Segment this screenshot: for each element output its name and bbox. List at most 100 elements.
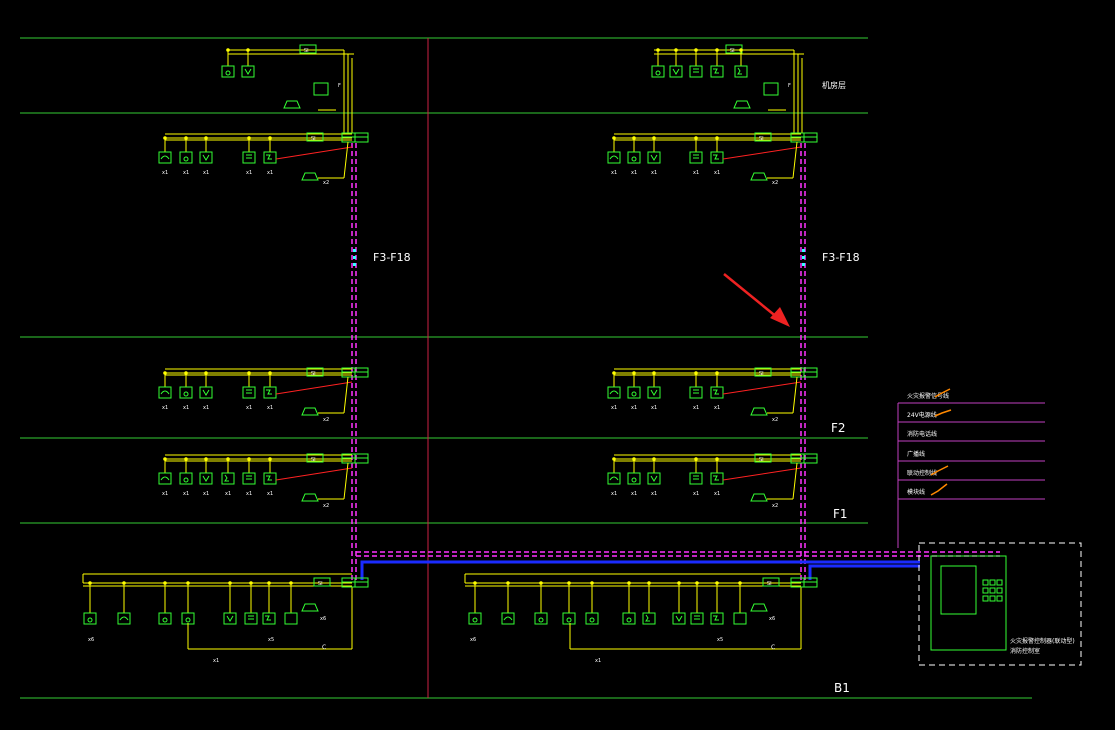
smoke-detector-icon bbox=[713, 154, 719, 160]
wire-tag: F bbox=[338, 83, 341, 89]
signal-line bbox=[722, 381, 802, 395]
phone-icon bbox=[607, 151, 621, 164]
module-icon bbox=[655, 70, 661, 76]
legend-item: 广播线 bbox=[907, 450, 925, 458]
smoke-detector-icon bbox=[713, 68, 719, 74]
signal-line bbox=[722, 146, 802, 160]
speaker-icon bbox=[241, 65, 255, 78]
floor-circuits: SI F SI F SI x1 x1 x1 x1 x1 x2 SI x1 x1 x1 x1 x1 x2 SI x1 x1… bbox=[82, 44, 818, 664]
device-count-label: x1 bbox=[714, 170, 720, 176]
module-icon bbox=[538, 617, 544, 623]
smoke-detector-icon bbox=[263, 386, 277, 399]
legend-check-icon bbox=[930, 483, 948, 496]
device-count-label: x1 bbox=[693, 405, 699, 411]
smoke-detector-icon bbox=[263, 472, 277, 485]
wire-segment bbox=[343, 462, 349, 500]
device-count-label: x1 bbox=[203, 405, 209, 411]
wire-tag: x2 bbox=[323, 417, 329, 423]
device-count-label: x1 bbox=[203, 170, 209, 176]
phone-icon bbox=[158, 472, 172, 485]
alarm-bell-icon bbox=[301, 493, 319, 502]
telephone-icon bbox=[284, 612, 298, 625]
module-icon bbox=[566, 617, 572, 623]
wire-tag: x6 bbox=[470, 637, 476, 643]
module-icon bbox=[183, 391, 189, 397]
legend: 火灾报警信号线 24V电源线 消防电话线 广播线 联动控制线 模块线 bbox=[897, 388, 1045, 548]
device-count-label: x1 bbox=[714, 491, 720, 497]
wire-tag: x2 bbox=[772, 503, 778, 509]
trunk-lines bbox=[356, 551, 1000, 580]
legend-check-icon bbox=[934, 409, 952, 417]
heat-detector-icon bbox=[645, 614, 650, 622]
wire-tag: x6 bbox=[769, 616, 775, 622]
device-count-label: x1 bbox=[651, 491, 657, 497]
speaker-icon bbox=[202, 154, 210, 161]
device-count-label: x1 bbox=[611, 405, 617, 411]
wire-tag: C bbox=[771, 644, 775, 651]
manual-station-icon bbox=[246, 475, 252, 480]
alarm-bell-icon bbox=[283, 100, 301, 109]
device-count-label: x1 bbox=[267, 491, 273, 497]
module-icon bbox=[631, 156, 637, 162]
speaker-icon bbox=[226, 615, 234, 622]
manual-station-icon bbox=[693, 389, 699, 394]
si-box-label: SI bbox=[730, 48, 735, 54]
alarm-bell-icon bbox=[733, 100, 751, 109]
device-count-label: x1 bbox=[267, 170, 273, 176]
device-count-label: x1 bbox=[162, 491, 168, 497]
heat-detector-icon bbox=[224, 474, 229, 482]
floor-lines bbox=[20, 37, 1032, 699]
signal-line bbox=[275, 146, 353, 160]
floor-label-f3-f18-right: F3-F18 bbox=[822, 251, 860, 264]
wire-tag: F bbox=[788, 83, 791, 89]
wire-tag: x1 bbox=[213, 658, 219, 664]
speaker-icon bbox=[244, 68, 252, 75]
device-count-label: x1 bbox=[631, 405, 637, 411]
speaker-icon bbox=[647, 151, 661, 164]
module-icon bbox=[631, 477, 637, 483]
speaker-icon bbox=[650, 475, 658, 482]
annotation-arrow bbox=[723, 273, 790, 327]
smoke-detector-icon bbox=[710, 472, 724, 485]
device-count-label: x1 bbox=[246, 170, 252, 176]
phone-icon bbox=[607, 386, 621, 399]
si-box-label: SI bbox=[311, 136, 316, 142]
device-count-label: x1 bbox=[183, 170, 189, 176]
wire-segment bbox=[792, 376, 798, 414]
device-count-label: x1 bbox=[225, 491, 231, 497]
module-icon bbox=[183, 477, 189, 483]
device-count-label: x1 bbox=[611, 170, 617, 176]
speaker-icon bbox=[672, 68, 680, 75]
module-icon bbox=[589, 617, 595, 623]
speaker-icon bbox=[199, 472, 213, 485]
phone-icon bbox=[158, 151, 172, 164]
wire-tag: x6 bbox=[320, 616, 326, 622]
speaker-icon bbox=[675, 615, 683, 622]
smoke-detector-icon bbox=[710, 65, 724, 78]
smoke-detector-icon bbox=[266, 154, 272, 160]
wire-tag: x2 bbox=[772, 417, 778, 423]
manual-station-icon bbox=[248, 615, 254, 620]
alarm-bell-icon bbox=[750, 407, 768, 416]
legend-item: 模块线 bbox=[907, 488, 925, 496]
wire-tag: x5 bbox=[268, 637, 274, 643]
speaker-icon bbox=[202, 475, 210, 482]
device-count-label: x1 bbox=[631, 170, 637, 176]
legend-item: 联动控制线 bbox=[907, 469, 937, 477]
alarm-bell-icon bbox=[750, 493, 768, 502]
phone-icon bbox=[609, 155, 619, 160]
floor-label-f2: F2 bbox=[831, 421, 846, 435]
left-riser bbox=[351, 143, 357, 582]
floor-label-f1: F1 bbox=[833, 507, 848, 521]
device-count-label: x1 bbox=[714, 405, 720, 411]
control-panel-caption: 火灾报警控制器(联动型) bbox=[1010, 637, 1075, 645]
legend-item: 24V电源线 bbox=[907, 411, 937, 419]
manual-station-icon bbox=[694, 615, 700, 620]
speaker-icon bbox=[223, 612, 237, 625]
telephone-icon bbox=[313, 82, 329, 96]
module-icon bbox=[225, 70, 231, 76]
phone-icon bbox=[117, 612, 131, 625]
continuation-dots bbox=[353, 249, 805, 266]
telephone-icon bbox=[763, 82, 779, 96]
smoke-detector-icon bbox=[266, 389, 272, 395]
